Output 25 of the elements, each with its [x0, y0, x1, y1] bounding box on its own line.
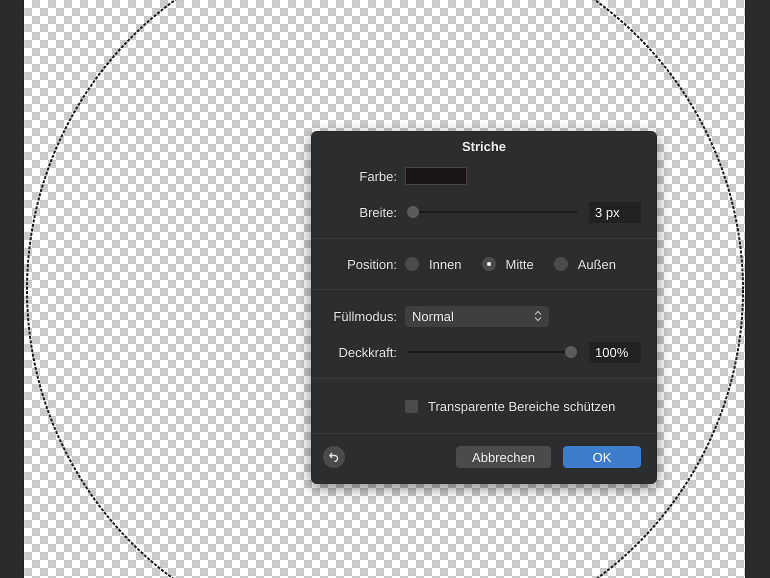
value-field[interactable]: 3 px: [589, 202, 641, 222]
stepper-chevron-icon: [534, 310, 542, 322]
radio-label[interactable]: Außen: [578, 256, 616, 272]
radio-button[interactable]: [554, 257, 568, 271]
radio-button[interactable]: [405, 257, 419, 271]
dialog-title: Striche: [460, 138, 508, 156]
blend-mode-dropdown[interactable]: Normal: [405, 306, 549, 326]
checkbox-label[interactable]: Transparente Bereiche schützen: [428, 398, 616, 414]
field-label: Farbe:: [358, 168, 398, 184]
slider-thumb[interactable]: [565, 346, 577, 358]
undo-arrow-icon: [329, 452, 339, 462]
checkbox[interactable]: [405, 400, 418, 412]
slider-thumb[interactable]: [407, 206, 419, 218]
value-field[interactable]: 100%: [589, 342, 641, 362]
cancel-button[interactable]: Abbrechen: [456, 446, 551, 468]
field-label: Breite:: [358, 204, 398, 220]
radio-button[interactable]: [482, 257, 496, 271]
reset-button[interactable]: [323, 446, 345, 468]
ok-button[interactable]: OK: [563, 446, 641, 468]
field-label: Füllmodus:: [332, 308, 398, 324]
radio-label[interactable]: Mitte: [506, 256, 534, 272]
color-swatch[interactable]: [405, 167, 467, 185]
field-label: Position:: [346, 256, 398, 272]
field-label: Deckkraft:: [337, 344, 398, 360]
radio-label[interactable]: Innen: [429, 256, 462, 272]
